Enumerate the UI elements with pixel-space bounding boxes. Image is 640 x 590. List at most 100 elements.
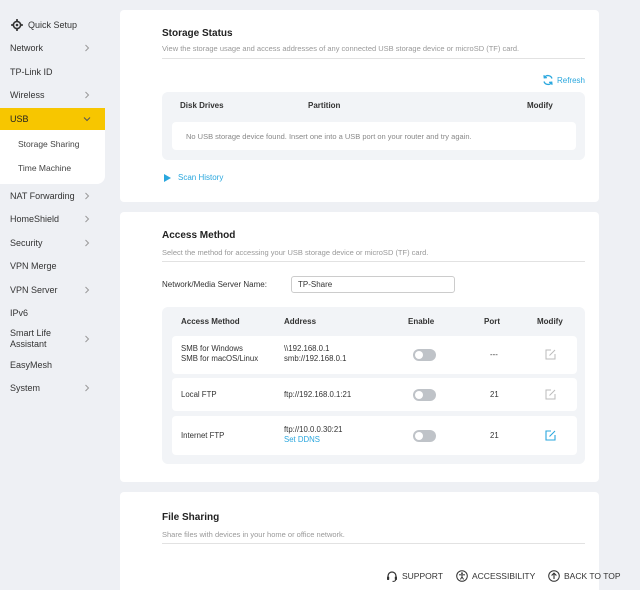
address-value: smb://192.168.0.1 — [284, 354, 347, 363]
column-header: Disk Drives — [180, 101, 224, 110]
address-cell: \\192.168.0.1 smb://192.168.0.1 — [284, 344, 346, 364]
column-header: Modify — [537, 317, 563, 326]
scan-history-label: Scan History — [178, 173, 224, 182]
sidebar-item-wireless[interactable]: Wireless — [0, 85, 105, 105]
port-value: 21 — [490, 431, 499, 440]
sidebar-item-smart-life-assistant[interactable]: Smart Life Assistant — [0, 324, 105, 354]
refresh-icon — [543, 74, 553, 86]
sidebar-item-label: IPv6 — [10, 308, 29, 318]
sidebar-item-quick-setup[interactable]: Quick Setup — [0, 15, 105, 35]
port-value: --- — [490, 350, 498, 359]
address-value: ftp://10.0.0.30:21 — [284, 425, 343, 434]
storage-status-card: Storage Status View the storage usage an… — [120, 10, 599, 202]
storage-status-desc: View the storage usage and access addres… — [162, 44, 520, 53]
refresh-label: Refresh — [556, 75, 585, 85]
sidebar-item-label: Quick Setup — [28, 20, 78, 30]
back-to-top-link[interactable]: BACK TO TOP — [548, 570, 621, 582]
edit-icon[interactable] — [545, 430, 556, 441]
gear-icon — [11, 19, 23, 31]
table-row: Local FTP ftp://192.168.0.1:21 21 — [172, 378, 577, 411]
back-to-top-label: BACK TO TOP — [564, 571, 621, 581]
storage-status-title: Storage Status — [162, 28, 233, 39]
edit-icon[interactable] — [545, 389, 556, 400]
chevron-right-icon — [85, 335, 90, 343]
chevron-right-icon — [85, 384, 90, 392]
sidebar-item-label: VPN Server — [10, 285, 58, 295]
support-link[interactable]: SUPPORT — [386, 570, 443, 582]
chevron-right-icon — [85, 239, 90, 247]
sidebar-item-label: HomeShield — [10, 214, 60, 224]
column-header: Partition — [308, 101, 341, 110]
server-name-input[interactable] — [291, 276, 455, 293]
empty-message-text: No USB storage device found. Insert one … — [186, 131, 472, 141]
access-method-name: Internet FTP — [181, 431, 225, 440]
sidebar-item-tp-link-id[interactable]: TP-Link ID — [0, 62, 105, 82]
column-header: Port — [484, 317, 500, 326]
access-method-cell: SMB for Windows SMB for macOS/Linux — [181, 344, 258, 364]
set-ddns-link[interactable]: Set DDNS — [284, 435, 343, 445]
divider — [162, 543, 585, 544]
sidebar-item-label: TP-Link ID — [10, 67, 53, 77]
sidebar-item-label: System — [10, 383, 41, 393]
chevron-right-icon — [85, 192, 90, 200]
chevron-right-icon — [85, 91, 90, 99]
empty-message: No USB storage device found. Insert one … — [172, 122, 576, 150]
refresh-button[interactable]: Refresh — [542, 74, 585, 86]
sidebar-item-system[interactable]: System — [0, 378, 105, 398]
server-name-label: Network/Media Server Name: — [162, 280, 267, 289]
sidebar-item-label: Wireless — [10, 90, 45, 100]
sidebar-item-vpn-merge[interactable]: VPN Merge — [0, 256, 105, 276]
file-sharing-title: File Sharing — [162, 512, 220, 523]
access-method-name: Local FTP — [181, 390, 217, 399]
divider — [162, 58, 585, 59]
sidebar-item-label: Smart Life Assistant — [10, 328, 52, 349]
column-header: Modify — [527, 101, 553, 110]
address-value: \\192.168.0.1 — [284, 344, 330, 353]
disk-drives-table: Disk Drives Partition Modify No USB stor… — [162, 92, 585, 160]
sidebar-item-label: Security — [10, 238, 43, 248]
accessibility-label: ACCESSIBILITY — [472, 571, 536, 581]
column-header: Access Method — [181, 317, 240, 326]
enable-toggle[interactable] — [413, 430, 436, 442]
column-header: Enable — [408, 317, 435, 326]
sidebar-item-label: VPN Merge — [10, 261, 57, 271]
sidebar-subitem-time-machine[interactable]: Time Machine — [18, 163, 71, 173]
address-cell: ftp://10.0.0.30:21 Set DDNS — [284, 425, 343, 445]
access-method-desc: Select the method for accessing your USB… — [162, 248, 429, 257]
headset-icon — [387, 571, 397, 582]
access-method-title: Access Method — [162, 230, 236, 241]
sidebar-item-network[interactable]: Network — [0, 38, 105, 58]
address-value: ftp://192.168.0.1:21 — [284, 390, 352, 399]
access-method-table: Access Method Address Enable Port Modify… — [162, 307, 585, 464]
port-value: 21 — [490, 390, 499, 399]
edit-icon[interactable] — [545, 349, 556, 360]
enable-toggle[interactable] — [413, 389, 436, 401]
sidebar-item-security[interactable]: Security — [0, 233, 105, 253]
play-triangle-icon — [164, 173, 171, 182]
access-method-name: SMB for macOS/Linux — [181, 354, 259, 363]
chevron-right-icon — [85, 215, 90, 223]
access-method-name: SMB for Windows — [181, 344, 243, 353]
sidebar-item-easymesh[interactable]: EasyMesh — [0, 355, 105, 375]
accessibility-icon — [456, 570, 468, 582]
sidebar-item-ipv6[interactable]: IPv6 — [0, 303, 105, 323]
sidebar-item-usb[interactable]: USB — [0, 108, 105, 130]
access-method-card: Access Method Select the method for acce… — [120, 212, 599, 482]
accessibility-link[interactable]: ACCESSIBILITY — [456, 570, 535, 582]
sidebar-item-label: Network — [10, 43, 44, 53]
sidebar-item-label: EasyMesh — [10, 360, 53, 370]
sidebar: Quick Setup Network TP-Link ID Wireless … — [0, 0, 105, 590]
usb-menu-group: USB Storage Sharing Time Machine — [0, 108, 105, 184]
chevron-right-icon — [85, 286, 90, 294]
sidebar-subitem-storage-sharing[interactable]: Storage Sharing — [18, 139, 79, 149]
sidebar-item-nat-forwarding[interactable]: NAT Forwarding — [0, 186, 105, 206]
sidebar-item-homeshield[interactable]: HomeShield — [0, 209, 105, 229]
arrow-up-icon — [548, 570, 560, 582]
sidebar-item-label: NAT Forwarding — [10, 191, 75, 201]
chevron-right-icon — [85, 44, 90, 52]
chevron-down-icon — [83, 117, 91, 122]
scan-history-link[interactable]: Scan History — [164, 173, 223, 182]
column-header: Address — [284, 317, 317, 326]
sidebar-item-vpn-server[interactable]: VPN Server — [0, 280, 105, 300]
enable-toggle[interactable] — [413, 349, 436, 361]
